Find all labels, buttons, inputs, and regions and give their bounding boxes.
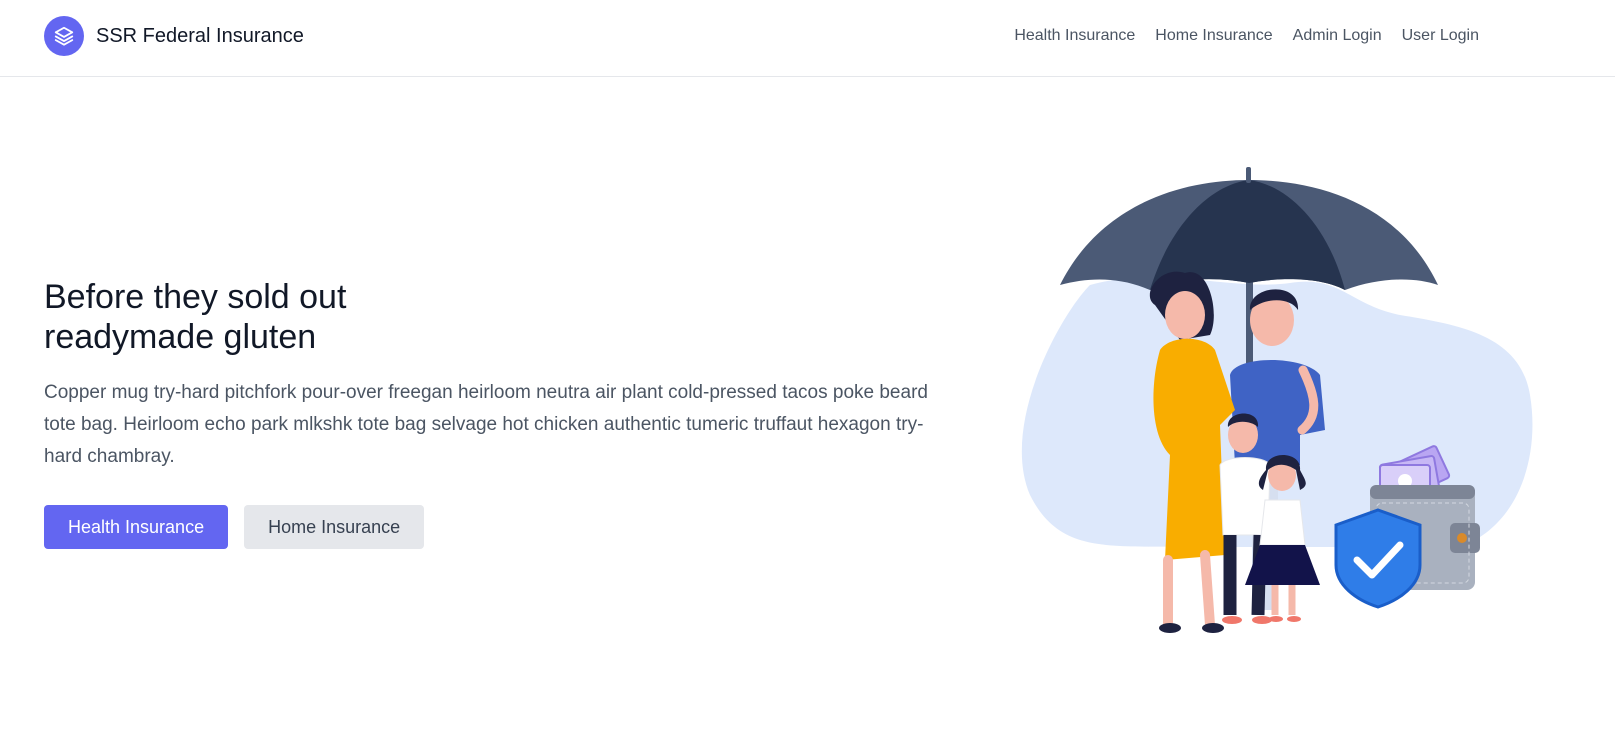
hero-description: Copper mug try-hard pitchfork pour-over … xyxy=(44,382,928,467)
shield-check-icon xyxy=(1334,508,1422,609)
hero-title: Before they sold out readymade gluten xyxy=(44,278,347,356)
main-nav: Health Insurance Home Insurance Admin Lo… xyxy=(1014,25,1479,47)
nav-home-insurance[interactable]: Home Insurance xyxy=(1155,25,1272,47)
layers-icon xyxy=(44,16,84,56)
home-insurance-button[interactable]: Home Insurance xyxy=(244,505,425,549)
hero-section: Before they sold out readymade gluten Co… xyxy=(44,277,934,549)
brand-name: SSR Federal Insurance xyxy=(96,24,304,47)
site-header: SSR Federal Insurance Health Insurance H… xyxy=(0,0,1615,77)
brand-link[interactable]: SSR Federal Insurance xyxy=(44,16,304,56)
family-under-umbrella-illustration xyxy=(1020,165,1550,655)
nav-health-insurance[interactable]: Health Insurance xyxy=(1014,25,1135,47)
nav-admin-login[interactable]: Admin Login xyxy=(1293,25,1382,47)
nav-user-login[interactable]: User Login xyxy=(1402,25,1479,47)
hero-buttons: Health Insurance Home Insurance xyxy=(44,505,934,549)
health-insurance-button[interactable]: Health Insurance xyxy=(44,505,229,549)
